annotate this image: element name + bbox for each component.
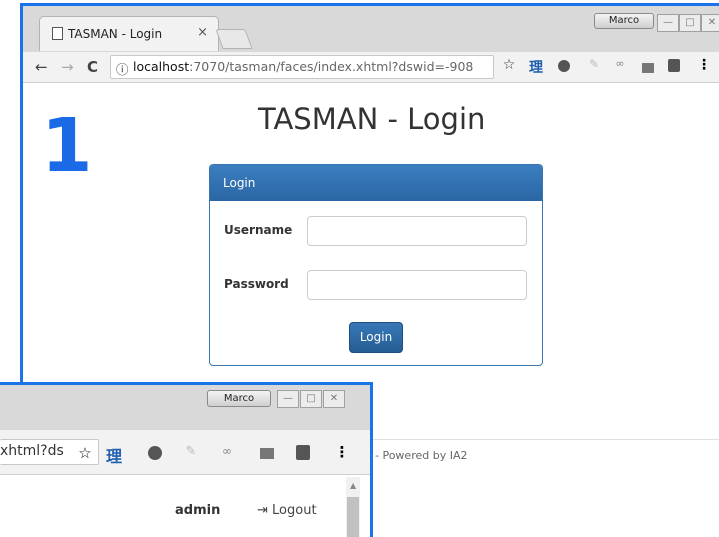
login-button[interactable]: Login bbox=[349, 322, 403, 353]
user-badge-secondary[interactable]: Marco bbox=[207, 390, 271, 407]
step-number: 1 bbox=[41, 103, 93, 189]
footer-divider bbox=[373, 439, 719, 440]
circle-extension-icon[interactable] bbox=[555, 60, 573, 76]
bulb-extension-icon[interactable] bbox=[665, 59, 683, 76]
feather-extension-icon[interactable]: ✎ bbox=[182, 444, 200, 459]
document-icon bbox=[52, 27, 63, 40]
close-window-button[interactable]: ✕ bbox=[701, 14, 719, 32]
url-fragment: xhtml?ds bbox=[0, 443, 64, 459]
kebab-menu-icon[interactable]: ⋮ bbox=[333, 443, 351, 461]
minimize-button-secondary[interactable]: — bbox=[277, 390, 299, 408]
username-field[interactable] bbox=[307, 216, 527, 246]
close-window-button-secondary[interactable]: ✕ bbox=[323, 390, 345, 408]
panel-header: Login bbox=[210, 165, 542, 201]
login-panel: Login Username Password Login bbox=[209, 164, 543, 366]
address-toolbar: ← → C ⓘ localhost:7070/tasman/faces/inde… bbox=[23, 52, 719, 83]
li-extension-icon[interactable]: 理 bbox=[105, 443, 123, 467]
logout-label: Logout bbox=[272, 503, 317, 518]
maximize-button-secondary[interactable]: □ bbox=[300, 390, 322, 408]
username-label: Username bbox=[224, 223, 293, 237]
minimize-button[interactable]: — bbox=[657, 14, 679, 32]
tab-tasman-login[interactable]: TASMAN - Login × bbox=[39, 16, 219, 51]
box-extension-icon[interactable] bbox=[258, 447, 276, 463]
info-icon[interactable]: ⓘ bbox=[116, 59, 129, 78]
scroll-up-icon[interactable]: ▲ bbox=[350, 481, 356, 490]
circle-extension-icon[interactable] bbox=[146, 446, 164, 464]
li-extension-icon[interactable]: 理 bbox=[527, 57, 545, 77]
user-badge[interactable]: Marco bbox=[594, 13, 654, 29]
new-tab-button[interactable] bbox=[215, 29, 253, 49]
forward-arrow-icon[interactable]: → bbox=[61, 58, 74, 76]
star-icon[interactable]: ☆ bbox=[76, 444, 94, 462]
url-input[interactable]: ⓘ localhost:7070/tasman/faces/index.xhtm… bbox=[110, 55, 494, 79]
address-toolbar-secondary: xhtml?ds ☆ 理 ✎ ∞ ⋮ bbox=[0, 430, 370, 475]
scrollbar-thumb[interactable] bbox=[347, 497, 359, 537]
close-icon[interactable]: × bbox=[197, 25, 208, 40]
footer-text: - Powered by IA2 bbox=[375, 449, 468, 462]
title-bar-secondary: Marco — □ ✕ bbox=[0, 385, 370, 430]
maximize-button[interactable]: □ bbox=[679, 14, 701, 32]
bulb-extension-icon[interactable] bbox=[294, 445, 312, 464]
browser-window-secondary: Marco — □ ✕ xhtml?ds ☆ 理 ✎ ∞ ⋮ admin ⇥ L… bbox=[0, 382, 373, 537]
password-label: Password bbox=[224, 277, 289, 291]
box-extension-icon[interactable] bbox=[639, 61, 657, 77]
feather-extension-icon[interactable]: ✎ bbox=[585, 57, 603, 71]
user-name: admin bbox=[175, 503, 221, 518]
logout-icon: ⇥ bbox=[257, 503, 268, 518]
page-title: TASMAN - Login bbox=[258, 102, 486, 136]
kebab-menu-icon[interactable]: ⋮ bbox=[695, 57, 713, 73]
tab-title: TASMAN - Login bbox=[68, 27, 163, 41]
logout-link[interactable]: ⇥ Logout bbox=[257, 503, 317, 518]
password-field[interactable] bbox=[307, 270, 527, 300]
panel-title: Login bbox=[223, 176, 256, 190]
star-icon[interactable]: ☆ bbox=[500, 57, 518, 73]
link-extension-icon[interactable]: ∞ bbox=[218, 444, 236, 458]
reload-icon[interactable]: C bbox=[87, 58, 98, 76]
link-extension-icon[interactable]: ∞ bbox=[611, 57, 629, 70]
url-path: :7070/tasman/faces/index.xhtml?dswid=-90… bbox=[189, 59, 474, 74]
back-arrow-icon[interactable]: ← bbox=[35, 58, 48, 76]
title-bar: TASMAN - Login × Marco — □ ✕ bbox=[23, 6, 719, 52]
url-host: localhost bbox=[133, 59, 190, 74]
